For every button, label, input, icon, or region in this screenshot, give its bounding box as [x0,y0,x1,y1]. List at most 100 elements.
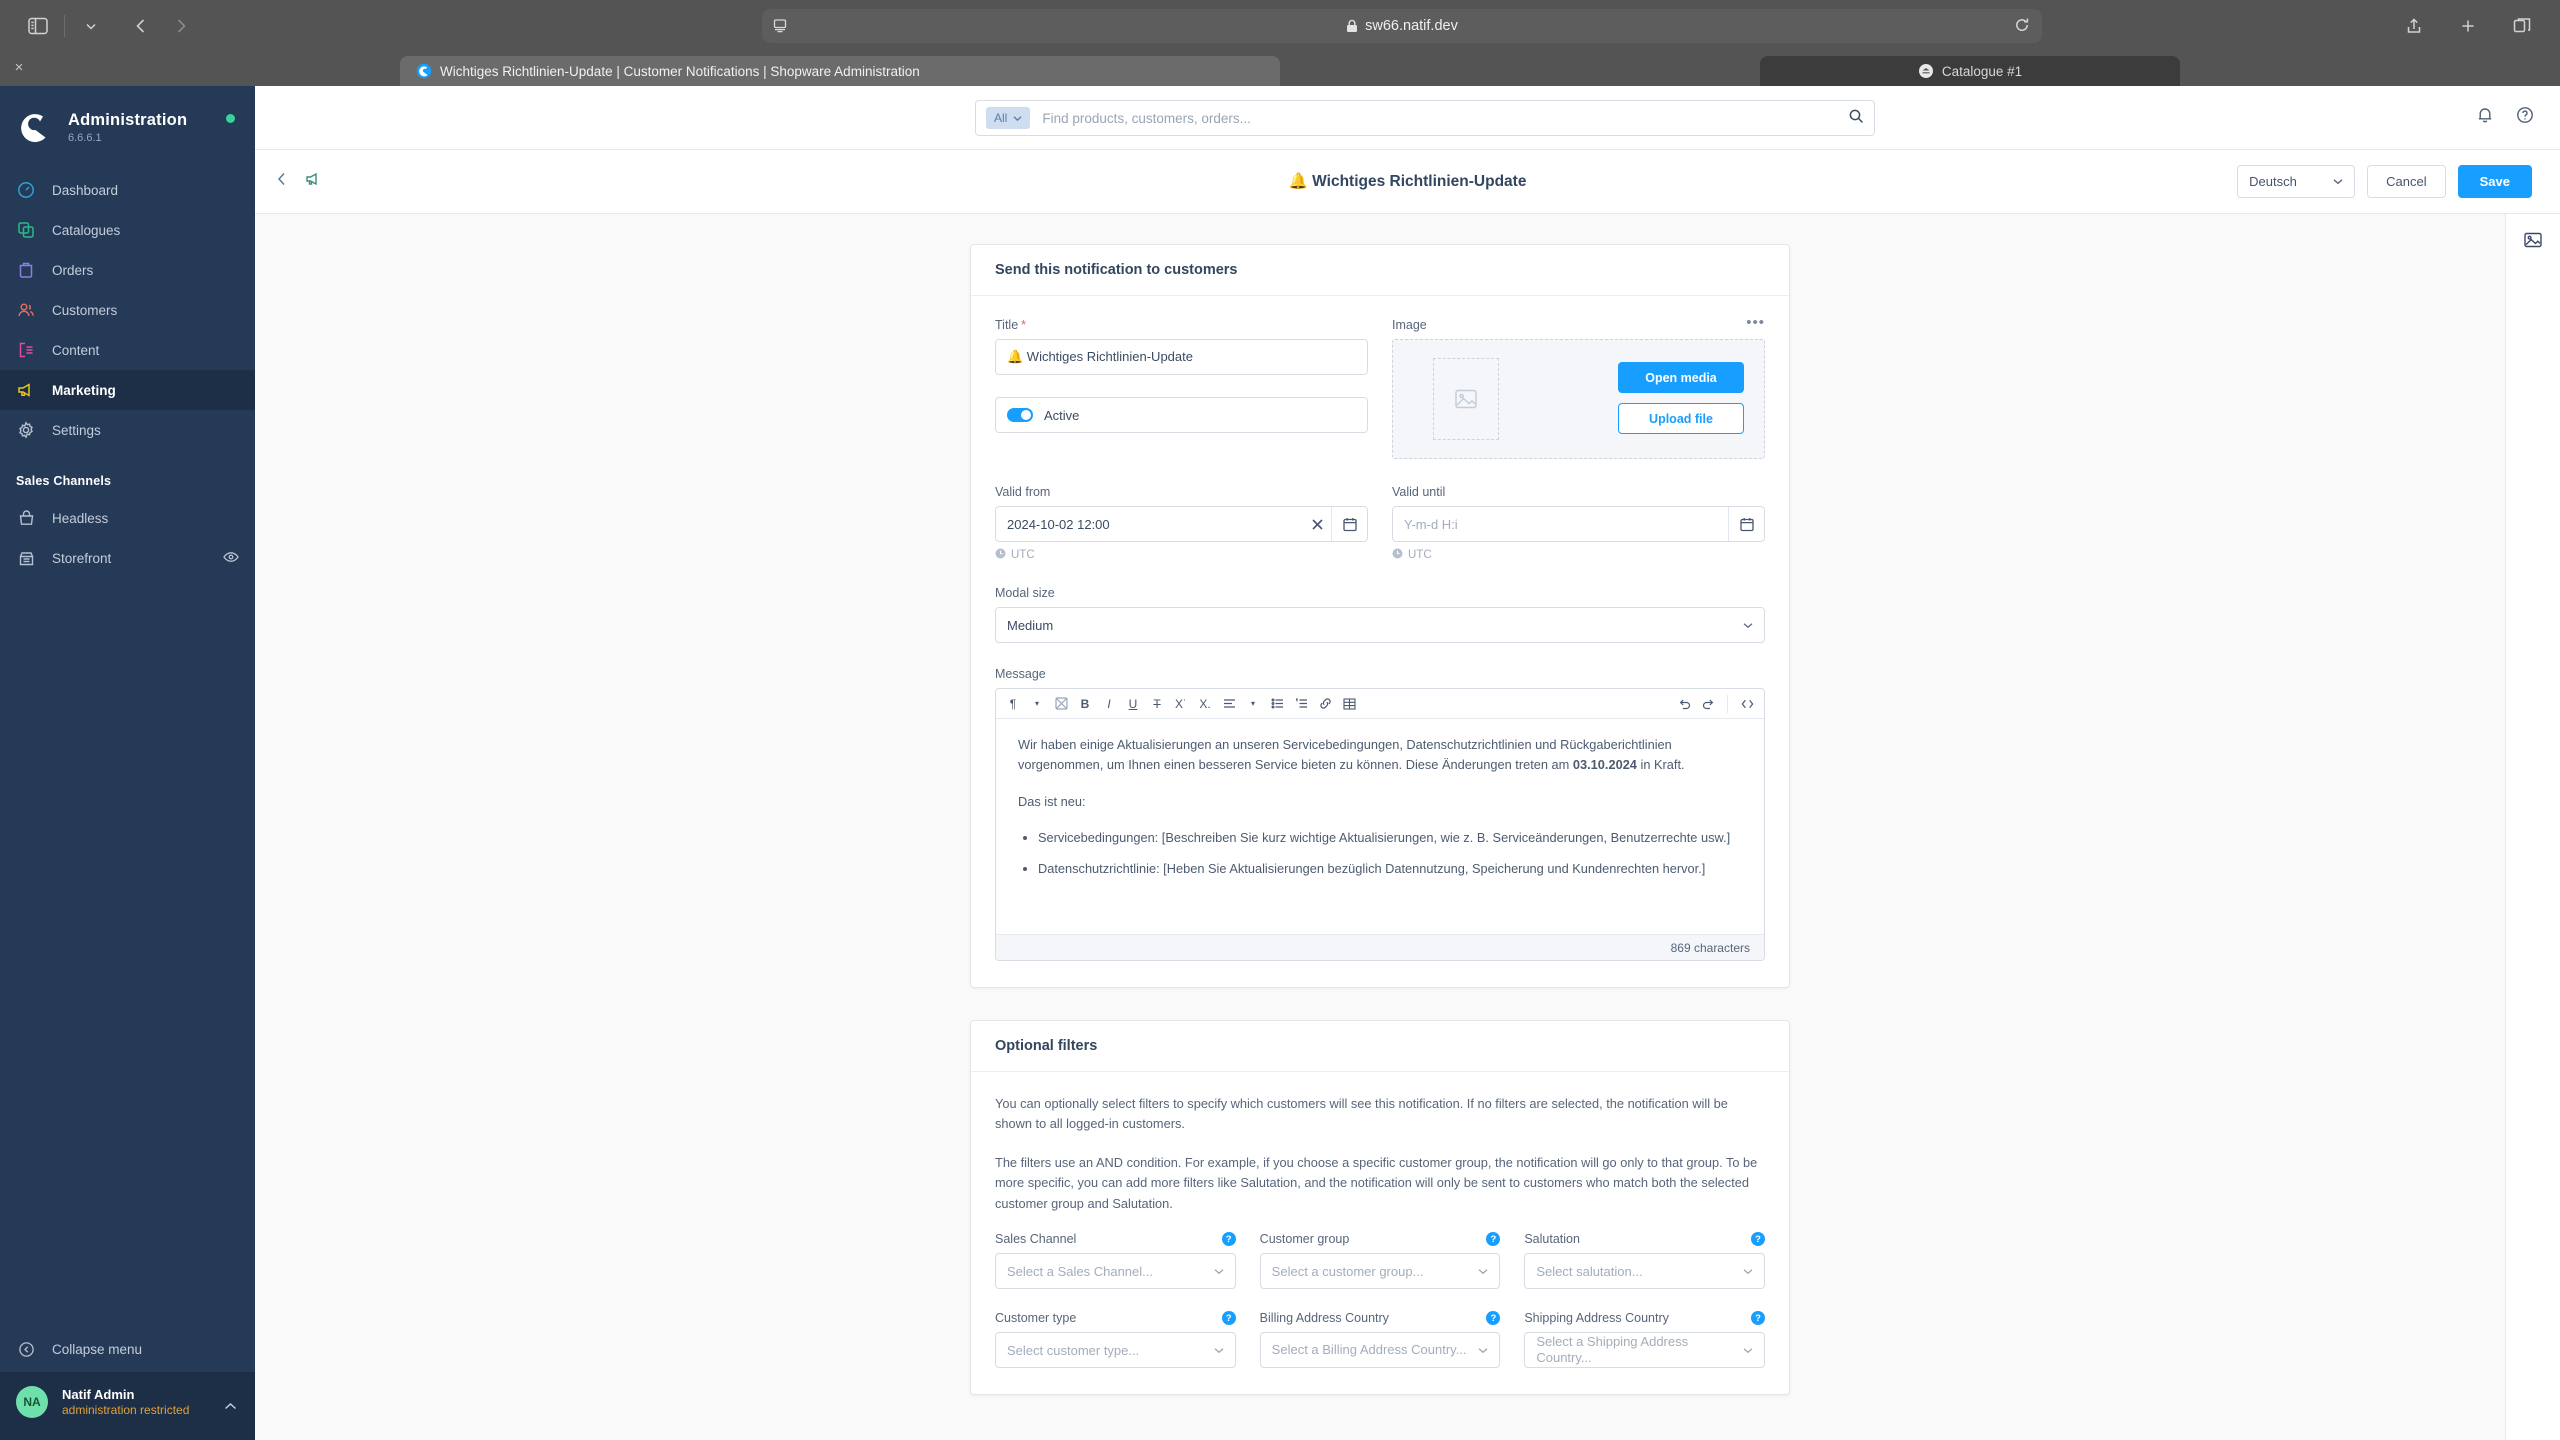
valid-until-input[interactable]: Y-m-d H:i [1392,506,1765,542]
sales-channel-select[interactable]: Select a Sales Channel... [995,1253,1236,1290]
search-scope-selector[interactable]: All [986,107,1031,129]
chevron-down-icon[interactable]: ▾ [1242,693,1264,715]
screencast-icon[interactable] [762,12,798,40]
strikethrough-icon[interactable]: T [1146,693,1168,715]
italic-icon[interactable]: I [1098,693,1120,715]
rich-text-editor[interactable]: ¶ ▾ B I U T X˙ X. ▾ Wir haben einige Akt… [995,688,1765,961]
indent-decrease-icon[interactable] [1266,693,1288,715]
clock-icon [995,548,1006,562]
active-toggle-row[interactable]: Active [995,397,1368,433]
calendar-icon[interactable] [1728,507,1764,541]
browser-tab-active[interactable]: Wichtiges Richtlinien-Update | Customer … [400,56,1280,86]
ellipsis-icon[interactable]: ••• [1746,315,1765,330]
sidebar-item-catalogues[interactable]: Catalogues [0,210,255,250]
reload-icon[interactable] [2014,17,2030,37]
content-icon [16,340,36,360]
help-badge-icon[interactable]: ? [1486,1232,1501,1247]
page-title: 🔔 Wichtiges Richtlinien-Update [1288,173,1527,190]
sidebar-header[interactable]: Administration 6.6.6.1 [0,86,255,164]
sidebar-item-dashboard[interactable]: Dashboard [0,170,255,210]
global-search[interactable]: All [975,100,1875,136]
chevron-left-icon[interactable] [275,171,289,192]
modal-size-select[interactable]: Medium [995,607,1765,643]
notification-megaphone-icon[interactable] [305,171,323,192]
close-icon[interactable]: × [8,56,30,78]
customer-group-select[interactable]: Select a customer group... [1259,1253,1501,1290]
table-icon[interactable] [1338,693,1360,715]
catalogues-icon [16,220,36,240]
browser-tab-2[interactable]: Catalogue #1 [1760,56,2180,86]
sidebar-item-settings[interactable]: Settings [0,410,255,450]
valid-until-label: Valid until [1392,485,1446,499]
ordered-list-icon[interactable] [1290,693,1312,715]
calendar-icon[interactable] [1331,507,1367,541]
image-dropzone[interactable]: Open media Upload file [1392,339,1765,459]
search-input[interactable] [1042,110,1848,126]
link-icon[interactable] [1314,693,1336,715]
valid-from-input[interactable]: 2024-10-02 12:00 [995,506,1368,542]
sidebar-item-marketing[interactable]: Marketing [0,370,255,410]
subscript-icon[interactable]: X. [1194,693,1216,715]
collapse-menu-button[interactable]: Collapse menu [0,1326,255,1372]
open-media-button[interactable]: Open media [1618,362,1744,393]
cancel-button[interactable]: Cancel [2367,165,2446,198]
help-badge-icon[interactable]: ? [1221,1311,1236,1326]
billing-country-select[interactable]: Select a Billing Address Country... [1259,1332,1501,1369]
sidebar-item-headless[interactable]: Headless [0,498,255,538]
shipping-country-select[interactable]: Select a Shipping Address Country... [1524,1332,1766,1369]
help-circle-icon[interactable] [2516,106,2534,129]
align-icon[interactable] [1218,693,1240,715]
url-bar[interactable]: sw66.natif.dev [762,9,2042,43]
salutation-select[interactable]: Select salutation... [1524,1253,1766,1290]
media-sidebar-icon[interactable] [2506,214,2560,266]
chevron-down-icon[interactable] [71,9,111,43]
modal-size-field: Modal size Medium [995,586,1765,643]
bold-icon[interactable]: B [1074,693,1096,715]
eye-icon[interactable] [223,551,239,566]
upload-file-button[interactable]: Upload file [1618,403,1744,434]
user-menu[interactable]: NA Natif Admin administration restricted [0,1372,255,1440]
clear-x-icon[interactable] [1303,507,1331,541]
search-icon[interactable] [1848,108,1864,129]
redo-icon[interactable] [1697,693,1719,715]
editor-content[interactable]: Wir haben einige Aktualisierungen an uns… [996,719,1764,934]
paragraph-format-icon[interactable]: ¶ [1002,693,1024,715]
valid-from-value: 2024-10-02 12:00 [1007,516,1110,532]
forward-arrow-icon[interactable] [161,9,201,43]
storefront-icon [16,548,36,568]
sidebar-section-sales-channels: Sales Channels [16,474,112,488]
plus-icon[interactable] [2448,9,2488,43]
sidebar-item-orders[interactable]: Orders [0,250,255,290]
filters-row-2: Customer type ? Select customer type... … [995,1311,1766,1369]
bell-icon[interactable] [2476,106,2494,129]
valid-from-label: Valid from [995,485,1051,499]
underline-icon[interactable]: U [1122,693,1144,715]
share-icon[interactable] [2394,9,2434,43]
chevron-up-icon[interactable] [224,1398,237,1416]
superscript-icon[interactable]: X˙ [1170,693,1192,715]
help-badge-icon[interactable]: ? [1751,1311,1766,1326]
help-badge-icon[interactable]: ? [1221,1232,1236,1247]
page-header: 🔔 Wichtiges Richtlinien-Update Deutsch C… [255,150,2560,214]
valid-until-timezone: UTC [1392,548,1765,562]
sidebar-item-storefront[interactable]: Storefront [0,538,255,578]
color-picker-icon[interactable] [1050,693,1072,715]
sidebar-item-customers[interactable]: Customers [0,290,255,330]
title-input[interactable]: 🔔 Wichtiges Richtlinien-Update [995,339,1368,375]
back-arrow-icon[interactable] [121,9,161,43]
undo-icon[interactable] [1673,693,1695,715]
sidebar-toggle-icon[interactable] [18,9,58,43]
source-code-icon[interactable] [1736,693,1758,715]
chevron-down-icon[interactable]: ▾ [1026,693,1048,715]
tabs-overview-icon[interactable] [2502,9,2542,43]
active-toggle-switch[interactable] [1007,408,1033,422]
language-select[interactable]: Deutsch [2237,165,2356,198]
customer-type-select[interactable]: Select customer type... [995,1332,1236,1369]
sidebar-item-content[interactable]: Content [0,330,255,370]
help-badge-icon[interactable]: ? [1486,1311,1501,1326]
help-badge-icon[interactable]: ? [1751,1232,1766,1247]
sidebar-version: 6.6.6.1 [68,131,102,144]
optional-filters-card: Optional filters You can optionally sele… [970,1020,1790,1396]
save-button[interactable]: Save [2457,165,2532,198]
filters-paragraph-1: You can optionally select filters to spe… [995,1096,1728,1132]
